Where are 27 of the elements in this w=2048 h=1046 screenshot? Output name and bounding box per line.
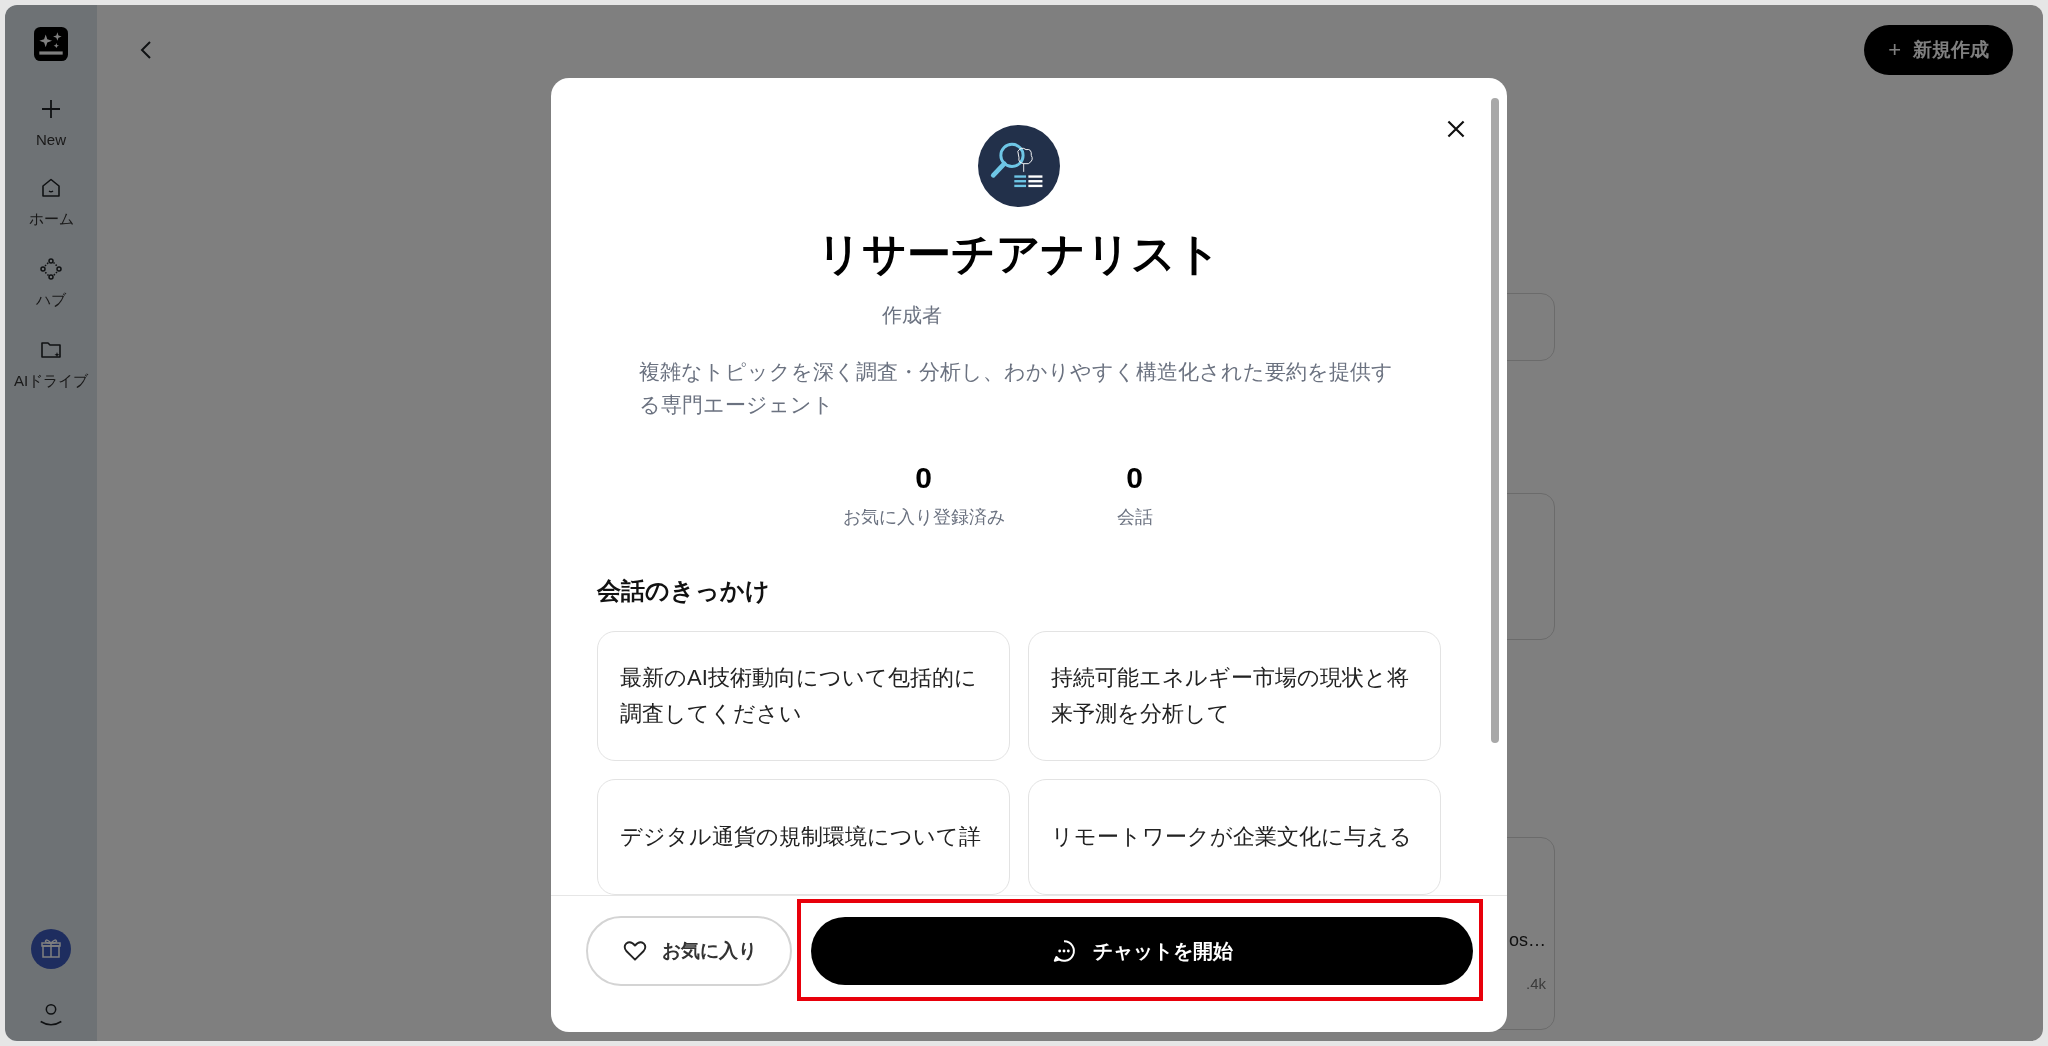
plus-icon bbox=[39, 97, 63, 121]
stat-value: 0 bbox=[1126, 461, 1143, 495]
stat-label: 会話 bbox=[1116, 506, 1153, 529]
start-chat-button[interactable]: チャットを開始 bbox=[811, 917, 1473, 985]
stat-value: 0 bbox=[915, 461, 932, 495]
gift-icon[interactable] bbox=[31, 929, 71, 969]
prompt-card[interactable]: デジタル通貨の規制環境について詳 bbox=[597, 779, 1010, 895]
nav-item[interactable]: ホーム bbox=[7, 176, 95, 229]
new-button[interactable]: + 新規作成 bbox=[1864, 25, 2013, 75]
prompt-card[interactable]: リモートワークが企業文化に与える bbox=[1028, 779, 1441, 895]
favorite-button[interactable]: お気に入り bbox=[586, 916, 792, 986]
nav-item[interactable]: New bbox=[7, 97, 95, 148]
card-title: os… bbox=[1509, 930, 1546, 951]
hub-icon bbox=[39, 257, 63, 281]
chat-icon bbox=[1051, 938, 1077, 964]
logo-icon[interactable] bbox=[34, 27, 68, 61]
author-label: 作成者 bbox=[882, 303, 942, 328]
prompt-card[interactable]: 最新のAI技術動向について包括的に調査してください bbox=[597, 631, 1010, 761]
home-icon bbox=[39, 176, 63, 200]
agent-title: リサーチアナリスト bbox=[816, 228, 1221, 280]
prompt-card[interactable]: 持続可能エネルギー市場の現状と将来予測を分析して bbox=[1028, 631, 1441, 761]
agent-description: 複雑なトピックを深く調査・分析し、わかりやすく構造化された要約を提供する専門エージェント bbox=[638, 359, 1394, 418]
stat-label: お気に入り登録済み bbox=[842, 506, 1005, 529]
nav-item[interactable]: AIドライブ bbox=[7, 338, 95, 391]
section-heading: 会話のきっかけ bbox=[597, 576, 770, 606]
card-meta: .4k bbox=[1526, 975, 1546, 992]
nav-item[interactable]: ハブ bbox=[7, 257, 95, 310]
